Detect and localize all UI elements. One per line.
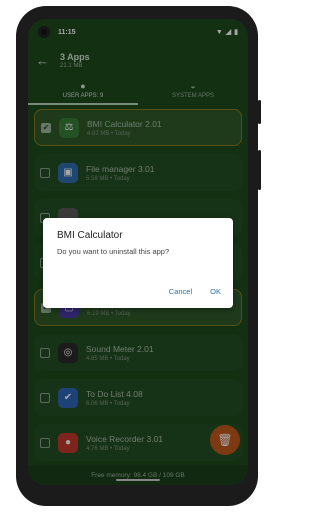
uninstall-dialog: BMI Calculator Do you want to uninstall … (43, 218, 233, 308)
volume-button (258, 100, 261, 124)
power-button (258, 150, 261, 190)
ok-button[interactable]: OK (210, 287, 221, 296)
dialog-title: BMI Calculator (57, 230, 123, 241)
dialog-actions: Cancel OK (169, 287, 221, 296)
cancel-button[interactable]: Cancel (169, 287, 192, 296)
dialog-message: Do you want to uninstall this app? (57, 247, 170, 256)
